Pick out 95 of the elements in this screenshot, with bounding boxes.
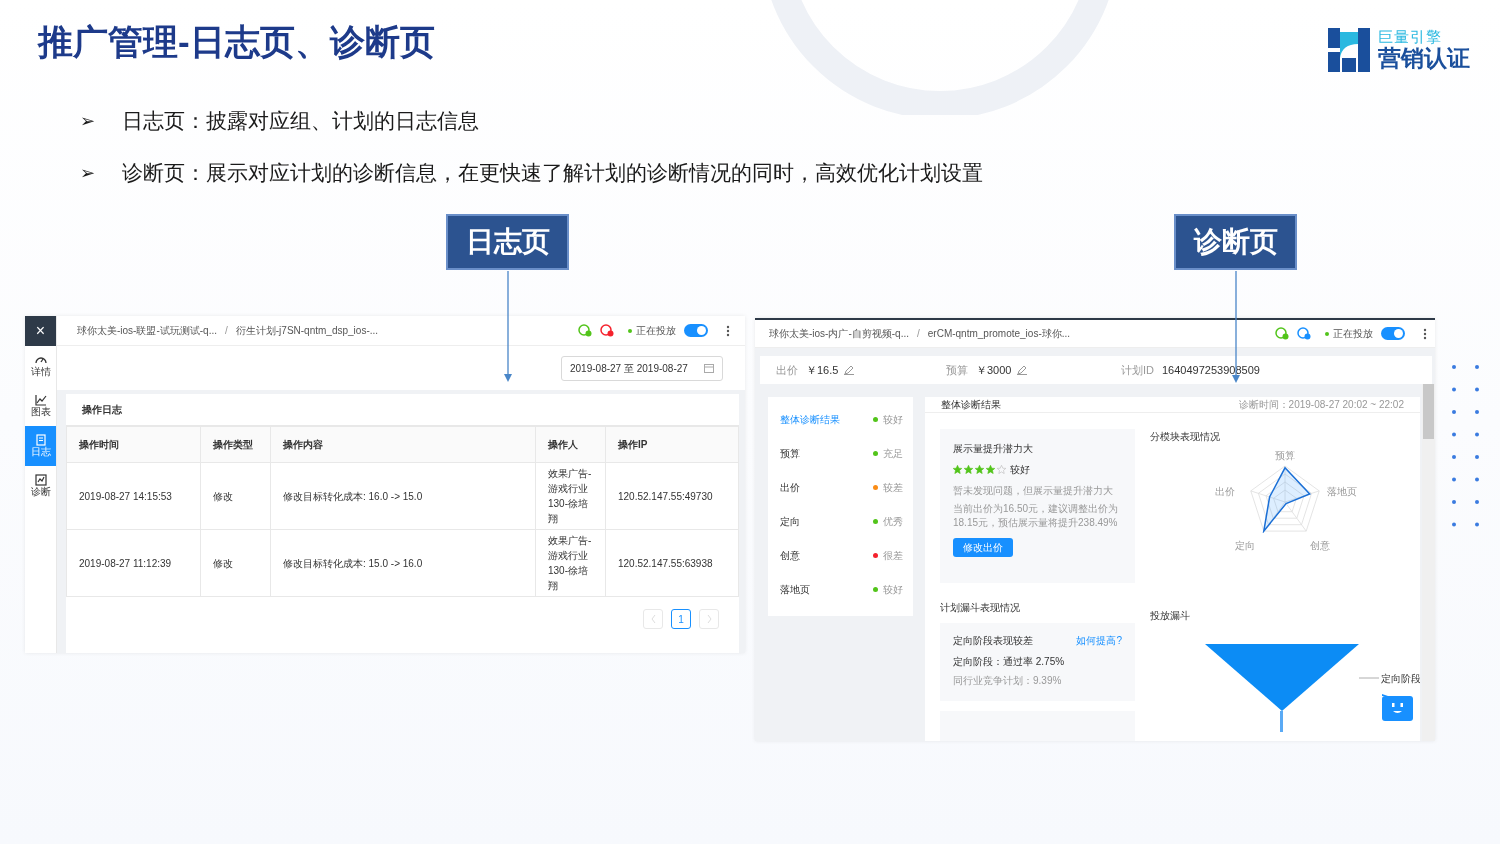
metric-label: 预算 [946, 362, 968, 378]
table-cell: 效果广告-游戏行业130-徐培翔 [535, 529, 606, 597]
section-title: 投放漏斗 [1150, 609, 1191, 624]
stage-title: 定向阶段表现较差 [953, 634, 1033, 649]
table-cell: 效果广告-游戏行业130-徐培翔 [535, 462, 606, 530]
rating-text: 较好 [1010, 463, 1030, 478]
chevron-icon [650, 615, 656, 623]
axis-label: 落地页 [1327, 485, 1357, 500]
leader-line [1359, 677, 1379, 680]
more-icon [1423, 327, 1427, 340]
status-text: 正在投放 [636, 324, 676, 338]
callout-label: 诊断页 [1174, 214, 1297, 270]
star-icon [953, 465, 962, 475]
metric-label: 出价 [776, 362, 798, 378]
status-dot [1325, 331, 1329, 336]
column-header: 操作类型 [200, 426, 271, 463]
toggle-switch[interactable] [684, 324, 708, 337]
more-icon [726, 324, 730, 337]
table-cell: 修改 [200, 462, 271, 530]
logo-icon [1328, 28, 1370, 72]
star-icon [997, 465, 1006, 475]
toggle-switch[interactable] [1381, 327, 1405, 341]
scrollbar[interactable] [1422, 384, 1435, 741]
section-title: 计划漏斗表现情况 [940, 601, 1021, 616]
table-cell: 2019-08-27 14:15:53 [66, 462, 201, 530]
metric-value: ￥3000 [976, 362, 1012, 378]
previous-page-button[interactable] [643, 609, 663, 629]
nav-item[interactable]: 预算 充足 [780, 436, 903, 471]
axis-label: 创意 [1310, 539, 1330, 554]
logo-tagline: 巨量引擎 [1378, 29, 1443, 45]
insight-advice: 当前出价为16.50元，建议调整出价为18.15元，预估展示量将提升238.49% [953, 502, 1120, 531]
column-header: 操作人 [535, 426, 606, 463]
status-text: 较好 [883, 582, 903, 597]
logo-text: 营销认证 [1378, 45, 1470, 71]
status-text: 很差 [883, 548, 903, 563]
slide-title: 推广管理-日志页、诊断页 [38, 21, 435, 63]
status-text: 充足 [883, 446, 903, 461]
document-icon [33, 434, 48, 446]
axis-label: 预算 [1275, 449, 1295, 464]
bullet-marker: ➢ [80, 162, 97, 185]
section-title: 分模块表现情况 [1150, 430, 1221, 445]
gauge-icon [33, 354, 48, 366]
star-icon [964, 465, 973, 475]
breadcrumb-separator: / [225, 324, 228, 338]
stage-pass-rate: 定向阶段：通过率 2.75% [953, 655, 1066, 670]
callout-label: 日志页 [446, 214, 569, 270]
trend-chart-icon [33, 474, 48, 486]
breadcrumb-link[interactable]: erCM-qntm_promote_ios-球你... [927, 326, 1071, 342]
status-dot [628, 328, 632, 333]
status-text: 较好 [883, 412, 903, 427]
breadcrumb-link[interactable]: 球你太美-ios-联盟-试玩测试-q... [77, 323, 217, 338]
table-cell: 120.52.147.55:63938 [605, 529, 739, 597]
table-cell: 2019-08-27 11:12:39 [66, 529, 201, 597]
axis-label: 出价 [1215, 485, 1235, 500]
sidebar-item[interactable]: 图表 [25, 386, 56, 426]
status-text: 优秀 [883, 514, 903, 529]
sidebar-item[interactable]: 详情 [25, 346, 56, 386]
axis-label: 定向 [1235, 539, 1255, 554]
table-cell: 修改目标转化成本: 15.0 -> 16.0 [270, 529, 536, 597]
breadcrumb-link[interactable]: 球你太美-ios-内广-自剪视频-q... [769, 326, 909, 342]
nav-item[interactable]: 定向 优秀 [780, 504, 903, 539]
table-cell: 修改目标转化成本: 16.0 -> 15.0 [270, 462, 536, 530]
column-header: 操作内容 [270, 426, 536, 463]
column-header: 操作时间 [66, 426, 201, 463]
metric-label: 计划ID [1121, 362, 1154, 378]
status-text: 较差 [883, 480, 903, 495]
calendar-icon [704, 363, 714, 373]
sidebar-item[interactable]: 诊断 [25, 466, 56, 506]
panel-title: 整体诊断结果 [941, 398, 1001, 413]
column-header: 操作IP [605, 426, 739, 463]
bullet-text: 日志页：披露对应组、计划的日志信息 [122, 108, 479, 134]
bullet-text: 诊断页：展示对应计划的诊断信息，在更快速了解计划的诊断情况的同时，高效优化计划设置 [122, 160, 983, 186]
breadcrumb-separator: / [917, 327, 920, 342]
bullet-marker: ➢ [80, 110, 97, 133]
star-icon [986, 465, 995, 475]
metric-value: ￥16.5 [806, 362, 839, 378]
chevron-icon [706, 615, 712, 623]
nav-item[interactable]: 落地页 较好 [780, 572, 903, 607]
breadcrumb-link[interactable]: 衍生计划-j7SN-qntm_dsp_ios-... [235, 323, 379, 338]
nav-item[interactable]: 创意 很差 [780, 538, 903, 573]
nav-item[interactable]: 出价 较差 [780, 470, 903, 505]
funnel-stage-label: 定向阶段 [1381, 672, 1420, 687]
status-text: 正在投放 [1333, 327, 1373, 342]
chat-bot-icon [1382, 694, 1413, 721]
diagnosis-time: 诊断时间：2019-08-27 20:02 ~ 22:02 [1238, 398, 1404, 413]
table-cell: 修改 [200, 529, 271, 597]
line-chart-icon [33, 394, 48, 406]
next-page-button[interactable] [699, 609, 719, 629]
table-cell: 120.52.147.55:49730 [605, 462, 739, 530]
close-button[interactable]: × [25, 316, 56, 346]
insight-note: 暂未发现问题，但展示量提升潜力大 [953, 484, 1114, 499]
star-icon [975, 465, 984, 475]
insight-title: 展示量提升潜力大 [953, 442, 1034, 457]
date-range-field[interactable]: 2019-08-27 至 2019-08-27 [561, 355, 723, 381]
peer-stat: 同行业竞争计划：9.39% [953, 674, 1063, 689]
